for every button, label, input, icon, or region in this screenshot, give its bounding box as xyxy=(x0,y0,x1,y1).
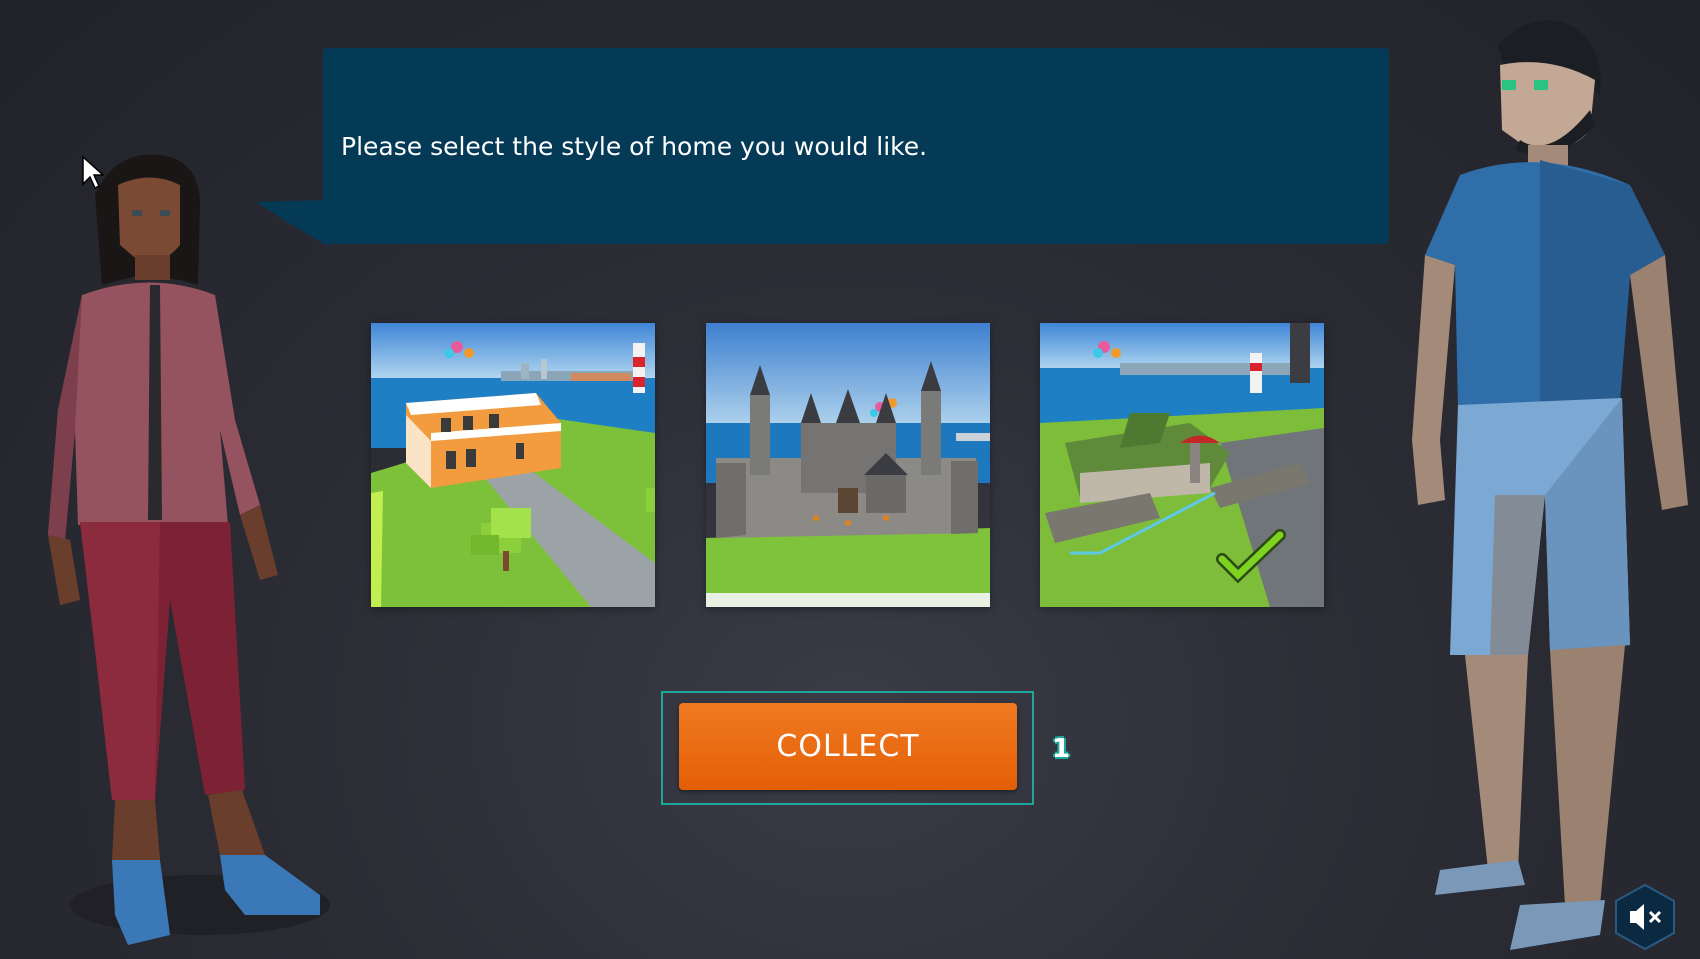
option-castle[interactable] xyxy=(706,323,990,607)
game-scene: Please select the style of home you woul… xyxy=(0,0,1700,959)
speech-bubble-tail xyxy=(256,170,328,246)
manor-image xyxy=(1040,323,1324,607)
option-manor[interactable] xyxy=(1040,323,1324,607)
speech-bubble: Please select the style of home you woul… xyxy=(323,48,1389,244)
mute-button[interactable] xyxy=(1614,883,1676,951)
avatar-man xyxy=(1412,20,1688,950)
dialog-prompt: Please select the style of home you woul… xyxy=(341,132,928,161)
modern-house-image xyxy=(371,323,655,607)
collect-count-badge: 1 xyxy=(1052,734,1071,764)
collect-button[interactable]: COLLECT xyxy=(679,703,1017,790)
castle-image xyxy=(706,323,990,607)
cursor-icon xyxy=(82,156,104,190)
option-modern-house[interactable] xyxy=(371,323,655,607)
avatar-woman xyxy=(48,154,330,945)
